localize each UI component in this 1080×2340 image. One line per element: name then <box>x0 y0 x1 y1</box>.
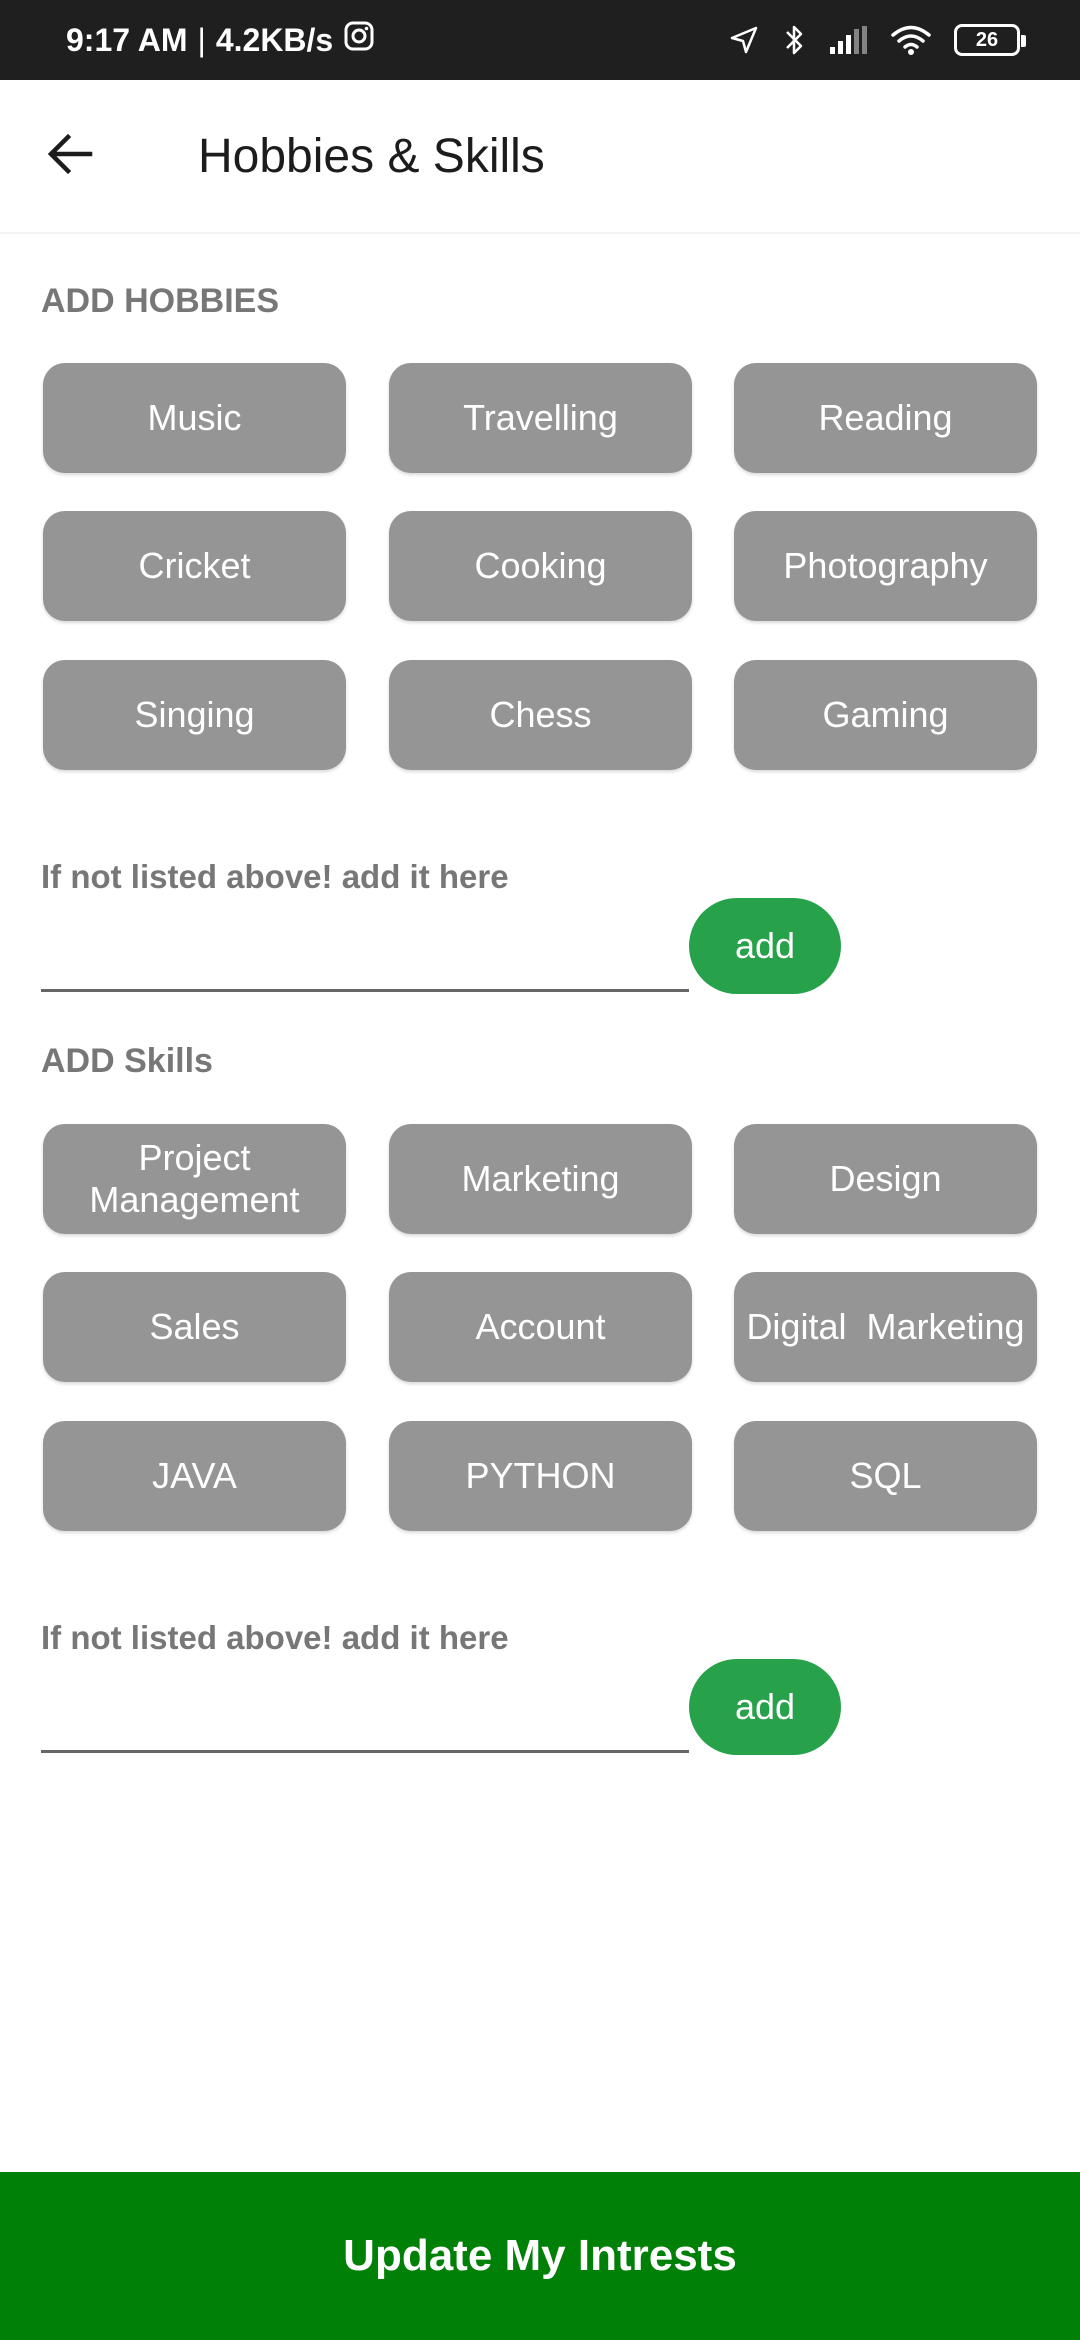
battery-icon: 26 <box>954 24 1026 56</box>
status-bar: 9:17 AM | 4.2KB/s 26 <box>0 0 1080 80</box>
chip-label: Design <box>829 1158 942 1199</box>
chip-label: Cooking <box>474 545 607 586</box>
skill-chip-marketing[interactable]: Marketing <box>389 1124 692 1234</box>
chip-label: Account <box>475 1306 606 1347</box>
page-title: Hobbies & Skills <box>198 129 545 183</box>
app-bar: Hobbies & Skills <box>0 80 1080 234</box>
chip-label: Singing <box>134 694 255 735</box>
back-button[interactable] <box>20 106 120 206</box>
skill-chip-java[interactable]: JAVA <box>43 1421 346 1531</box>
skill-chip-python[interactable]: PYTHON <box>389 1421 692 1531</box>
skills-section-title: ADD Skills <box>41 1042 213 1080</box>
hobby-helper-label: If not listed above! add it here <box>41 858 509 895</box>
skill-chip-project-management[interactable]: Project Management <box>43 1124 346 1234</box>
skill-chip-sales[interactable]: Sales <box>43 1272 346 1382</box>
hobby-chip-gaming[interactable]: Gaming <box>734 660 1037 770</box>
instagram-icon <box>343 20 375 60</box>
skill-chip-digital-marketing[interactable]: Digital Marketing <box>734 1272 1037 1382</box>
chip-label: Marketing <box>461 1158 620 1199</box>
chip-label: PYTHON <box>465 1455 616 1496</box>
hobby-chip-travelling[interactable]: Travelling <box>389 363 692 473</box>
network-speed: 4.2KB/s <box>215 21 334 58</box>
skill-helper-label: If not listed above! add it here <box>41 1619 509 1656</box>
chip-label: SQL <box>849 1455 922 1496</box>
chip-label: Reading <box>818 397 953 438</box>
skill-chip-design[interactable]: Design <box>734 1124 1037 1234</box>
chip-label: Chess <box>489 694 592 735</box>
wifi-icon <box>890 24 932 56</box>
chip-label: Travelling <box>463 397 618 438</box>
hobby-chip-music[interactable]: Music <box>43 363 346 473</box>
battery-level: 26 <box>975 28 999 51</box>
chip-label: Music <box>147 397 242 438</box>
skill-input[interactable] <box>41 1693 689 1753</box>
skill-chip-sql[interactable]: SQL <box>734 1421 1037 1531</box>
hobbies-section-title: ADD HOBBIES <box>41 282 280 320</box>
location-arrow-icon <box>728 24 760 56</box>
hobby-chip-cooking[interactable]: Cooking <box>389 511 692 621</box>
bluetooth-icon <box>782 23 806 57</box>
chip-label: Photography <box>783 545 988 586</box>
chip-label: Gaming <box>822 694 949 735</box>
skill-chip-account[interactable]: Account <box>389 1272 692 1382</box>
status-left: 9:17 AM | 4.2KB/s <box>66 20 375 60</box>
hobby-chip-reading[interactable]: Reading <box>734 363 1037 473</box>
status-separator: | <box>197 21 206 58</box>
hobby-chip-photography[interactable]: Photography <box>734 511 1037 621</box>
update-interests-button[interactable]: Update My Intrests <box>0 2172 1080 2340</box>
chip-label: Digital Marketing <box>746 1306 1025 1347</box>
add-skill-button[interactable]: add <box>689 1659 841 1755</box>
add-hobby-button[interactable]: add <box>689 898 841 994</box>
hobby-chip-singing[interactable]: Singing <box>43 660 346 770</box>
chip-label: Sales <box>149 1306 240 1347</box>
chip-label: Cricket <box>138 545 251 586</box>
chip-label: Project Management <box>89 1137 300 1220</box>
hobby-chip-cricket[interactable]: Cricket <box>43 511 346 621</box>
status-right: 26 <box>728 23 1026 57</box>
arrow-back-icon <box>44 128 96 185</box>
signal-icon <box>828 25 868 55</box>
hobby-input[interactable] <box>41 932 689 992</box>
chip-label: JAVA <box>152 1455 237 1496</box>
hobby-chip-chess[interactable]: Chess <box>389 660 692 770</box>
status-time: 9:17 AM <box>66 21 188 58</box>
